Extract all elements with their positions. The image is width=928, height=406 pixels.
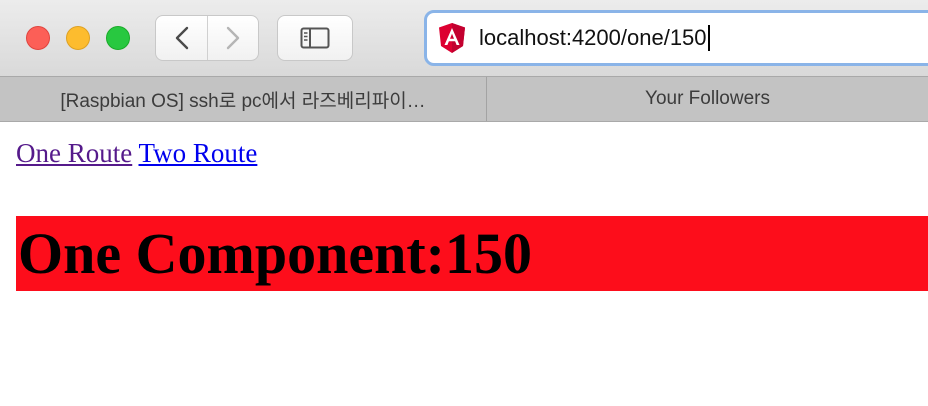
forward-button[interactable] [207, 16, 258, 60]
two-route-link[interactable]: Two Route [139, 138, 258, 168]
sidebar-icon [300, 27, 330, 49]
chevron-left-icon [175, 26, 188, 50]
route-links: One Route Two Route [16, 138, 257, 169]
chevron-right-icon [226, 26, 240, 50]
url-input[interactable]: localhost:4200/one/150 [479, 25, 707, 51]
one-route-link[interactable]: One Route [16, 138, 132, 168]
browser-toolbar: localhost:4200/one/150 [0, 0, 928, 76]
component-heading: One Component:150 [18, 221, 532, 286]
close-window-button[interactable] [26, 26, 50, 50]
text-cursor [707, 25, 710, 51]
page-content: One Route Two Route One Component:150 [0, 122, 928, 406]
tab-bar: [Raspbian OS] ssh로 pc에서 라즈베리파이… Your Fol… [0, 76, 928, 122]
sidebar-toggle-button[interactable] [277, 15, 353, 61]
back-button[interactable] [156, 16, 207, 60]
navigation-buttons [155, 15, 259, 61]
address-bar[interactable]: localhost:4200/one/150 [424, 10, 928, 66]
angular-icon [439, 23, 465, 53]
component-banner: One Component:150 [16, 216, 928, 291]
zoom-window-button[interactable] [106, 26, 130, 50]
tab-raspbian[interactable]: [Raspbian OS] ssh로 pc에서 라즈베리파이… [0, 77, 487, 121]
minimize-window-button[interactable] [66, 26, 90, 50]
tab-your-followers[interactable]: Your Followers [487, 77, 928, 121]
